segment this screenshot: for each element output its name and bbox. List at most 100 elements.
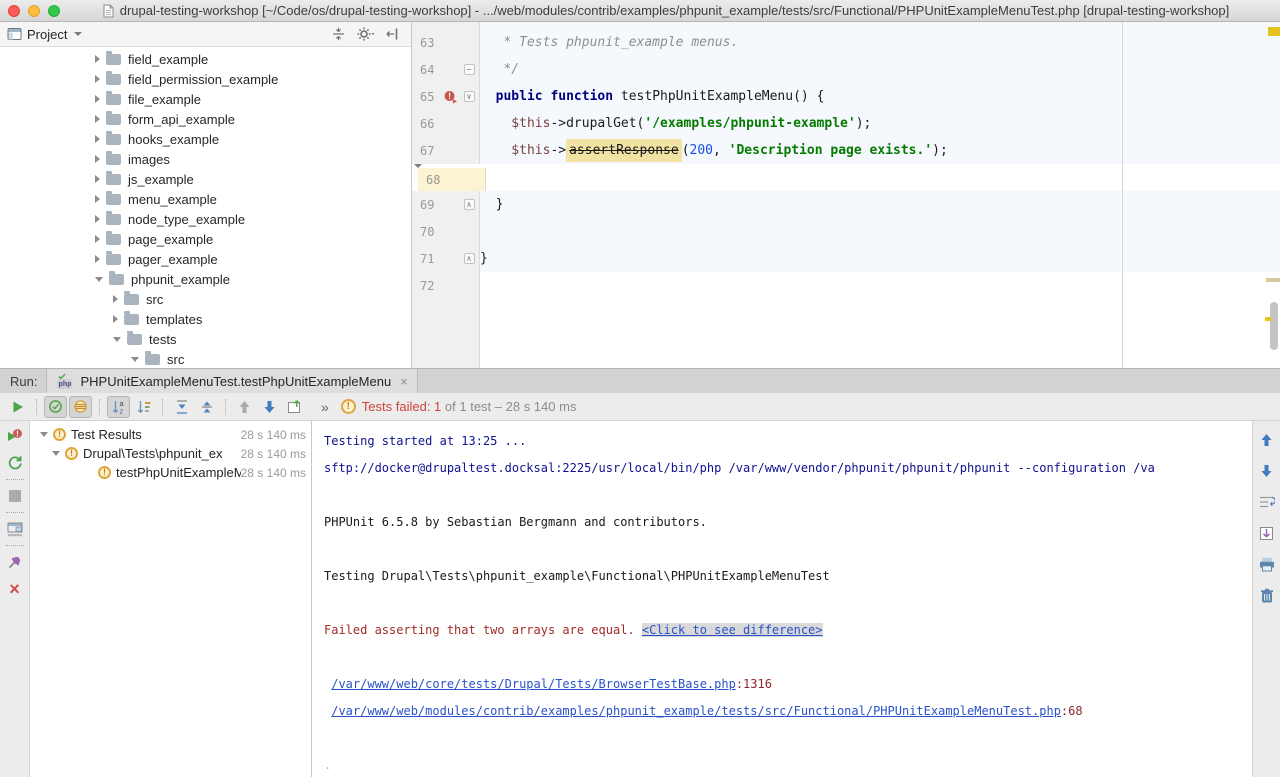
- restore-layout-button[interactable]: [5, 520, 25, 538]
- chevron-right-icon[interactable]: [95, 175, 100, 183]
- editor-line-64[interactable]: 64− */: [412, 56, 1280, 83]
- editor-line-70[interactable]: 70: [412, 218, 1280, 245]
- failed-test-gutter-icon[interactable]: !: [440, 90, 460, 104]
- show-passed-button[interactable]: [44, 396, 67, 418]
- code-line[interactable]: }: [480, 191, 1280, 218]
- clear-all-button[interactable]: [1257, 586, 1277, 604]
- rerun-all-button[interactable]: [5, 454, 25, 472]
- tree-item-hooks_example[interactable]: hooks_example: [0, 129, 411, 149]
- tree-item-menu_example[interactable]: menu_example: [0, 189, 411, 209]
- chevron-right-icon[interactable]: [95, 195, 100, 203]
- prev-occurrence-button[interactable]: [1257, 431, 1277, 449]
- tree-item-tests[interactable]: tests: [0, 329, 411, 349]
- project-panel-title[interactable]: Project: [27, 27, 67, 42]
- editor-line-68[interactable]: 68 $this->assertEquals([1, 2], [3, 4]);: [414, 164, 422, 191]
- select-opened-file-button[interactable]: [327, 24, 349, 44]
- rerun-tests-button[interactable]: [6, 396, 29, 418]
- fold-marker-icon[interactable]: ∧: [464, 199, 475, 210]
- editor[interactable]: 63 * Tests phpunit_example menus.64− */ 6…: [412, 22, 1280, 368]
- chevron-right-icon[interactable]: [95, 155, 100, 163]
- tree-item-phpunit_example[interactable]: phpunit_example: [0, 269, 411, 289]
- next-failed-test-button[interactable]: [258, 396, 281, 418]
- fold-marker-icon[interactable]: ∧: [464, 253, 475, 264]
- chevron-right-icon[interactable]: [95, 55, 100, 63]
- code-line[interactable]: $this->assertResponse(200, 'Description …: [480, 137, 1280, 164]
- tree-item-file_example[interactable]: file_example: [0, 89, 411, 109]
- tree-item-field_example[interactable]: field_example: [0, 49, 411, 69]
- chevron-right-icon[interactable]: [95, 235, 100, 243]
- console-link[interactable]: <Click to see difference>: [642, 623, 823, 637]
- sort-alphabetically-button[interactable]: az: [107, 396, 130, 418]
- console-link[interactable]: /var/www/web/modules/contrib/examples/ph…: [331, 704, 1061, 718]
- console-link[interactable]: /var/www/web/core/tests/Drupal/Tests/Bro…: [331, 677, 736, 691]
- chevron-down-icon[interactable]: [113, 337, 121, 342]
- print-button[interactable]: [1257, 555, 1277, 573]
- chevron-down-icon[interactable]: [40, 432, 48, 437]
- run-configuration-tab[interactable]: php PHPUnitExampleMenuTest.testPhpUnitEx…: [46, 369, 417, 393]
- chevron-right-icon[interactable]: [95, 75, 100, 83]
- next-occurrence-button[interactable]: [1257, 462, 1277, 480]
- chevron-right-icon[interactable]: [95, 255, 100, 263]
- fold-marker-icon[interactable]: −: [464, 64, 475, 75]
- chevron-right-icon[interactable]: [95, 115, 100, 123]
- code-line[interactable]: public function testPhpUnitExampleMenu()…: [480, 83, 1280, 110]
- chevron-down-icon[interactable]: [74, 32, 82, 36]
- error-stripe-mark[interactable]: [1268, 27, 1280, 36]
- editor-line-72[interactable]: 72: [412, 272, 1280, 299]
- hide-panel-button[interactable]: [381, 24, 403, 44]
- test-tree-row[interactable]: !Test Results28 s 140 ms: [30, 425, 311, 444]
- code-line[interactable]: }: [480, 245, 1280, 272]
- error-stripe-mark[interactable]: [1266, 278, 1280, 282]
- show-ignored-button[interactable]: [69, 396, 92, 418]
- tree-item-src[interactable]: src: [0, 349, 411, 368]
- error-stripe-mark[interactable]: [1265, 317, 1271, 321]
- tree-item-js_example[interactable]: js_example: [0, 169, 411, 189]
- tree-item-form_api_example[interactable]: form_api_example: [0, 109, 411, 129]
- editor-line-67[interactable]: 67 $this->assertResponse(200, 'Descripti…: [412, 137, 1280, 164]
- code-line[interactable]: [480, 218, 1280, 245]
- previous-failed-test-button[interactable]: [233, 396, 256, 418]
- editor-line-65[interactable]: 65!∨ public function testPhpUnitExampleM…: [412, 83, 1280, 110]
- tree-item-node_type_example[interactable]: node_type_example: [0, 209, 411, 229]
- chevron-right-icon[interactable]: [95, 95, 100, 103]
- fold-marker-icon[interactable]: ∨: [464, 91, 475, 102]
- close-window-button[interactable]: [8, 5, 20, 17]
- sort-by-duration-button[interactable]: [132, 396, 155, 418]
- test-tree-row[interactable]: !testPhpUnitExampleM28 s 140 ms: [30, 463, 311, 482]
- expand-all-button[interactable]: [170, 396, 193, 418]
- tree-item-src[interactable]: src: [0, 289, 411, 309]
- settings-gear-button[interactable]: [354, 24, 376, 44]
- more-options-button[interactable]: »: [320, 396, 329, 418]
- chevron-down-icon[interactable]: [131, 357, 139, 362]
- chevron-right-icon[interactable]: [113, 295, 118, 303]
- import-test-results-button[interactable]: [283, 396, 306, 418]
- chevron-right-icon[interactable]: [113, 315, 118, 323]
- editor-line-71[interactable]: 71∧}: [412, 245, 1280, 272]
- chevron-down-icon[interactable]: [52, 451, 60, 456]
- tree-item-pager_example[interactable]: pager_example: [0, 249, 411, 269]
- rerun-failed-tests-button[interactable]: !: [5, 427, 25, 445]
- tree-item-page_example[interactable]: page_example: [0, 229, 411, 249]
- test-console[interactable]: Testing started at 13:25 ...sftp://docke…: [312, 421, 1252, 777]
- stop-button[interactable]: [5, 487, 25, 505]
- code-line[interactable]: [480, 272, 1280, 299]
- test-tree-row[interactable]: !Drupal\Tests\phpunit_ex28 s 140 ms: [30, 444, 311, 463]
- editor-line-69[interactable]: 69∧ }: [412, 191, 1280, 218]
- code-line[interactable]: */: [480, 56, 1280, 83]
- editor-scrollbar[interactable]: [1270, 302, 1278, 350]
- chevron-right-icon[interactable]: [95, 135, 100, 143]
- editor-empty-area[interactable]: [412, 299, 1280, 368]
- pin-tab-button[interactable]: [5, 553, 25, 571]
- zoom-window-button[interactable]: [48, 5, 60, 17]
- editor-line-63[interactable]: 63 * Tests phpunit_example menus.: [412, 29, 1280, 56]
- close-button[interactable]: ×: [5, 580, 25, 598]
- scroll-to-end-button[interactable]: [1257, 524, 1277, 542]
- collapse-all-button[interactable]: [195, 396, 218, 418]
- soft-wrap-button[interactable]: [1257, 493, 1277, 511]
- tree-item-images[interactable]: images: [0, 149, 411, 169]
- minimize-window-button[interactable]: [28, 5, 40, 17]
- chevron-down-icon[interactable]: [95, 277, 103, 282]
- editor-line-66[interactable]: 66 $this->drupalGet('/examples/phpunit-e…: [412, 110, 1280, 137]
- chevron-right-icon[interactable]: [95, 215, 100, 223]
- close-tab-icon[interactable]: ×: [400, 375, 408, 388]
